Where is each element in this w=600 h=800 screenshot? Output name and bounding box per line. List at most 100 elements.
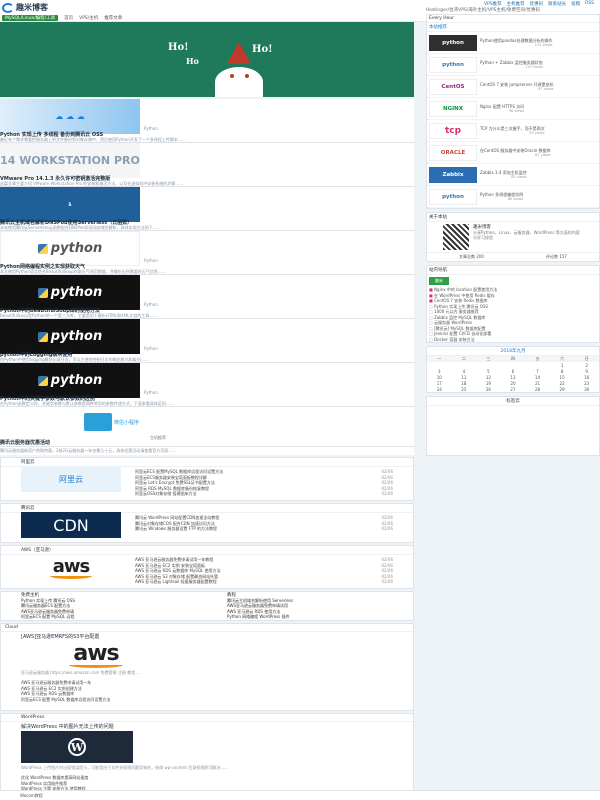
- nav-item[interactable]: 首页: [64, 15, 73, 21]
- calendar-day[interactable]: 26: [476, 386, 501, 392]
- post-item[interactable]: 14 WORKSTATION PRO VMware Pro 14.1.3 永久许…: [0, 143, 414, 187]
- link-text[interactable]: Python 实现上传 腾讯云 OSS: [434, 304, 488, 309]
- widget-subtitle: 本站推荐: [427, 23, 599, 32]
- post-thumb[interactable]: python: [0, 319, 140, 354]
- link-text[interactable]: [腾讯云] MySQL 数据库配置: [434, 326, 485, 331]
- christmas-banner[interactable]: Ho! Ho! Ho: [0, 22, 414, 97]
- hot-post-item[interactable]: python Python使用pandas处理数据分析的操作 131 views: [427, 32, 599, 54]
- calendar-day[interactable]: 27: [501, 386, 526, 392]
- calendar-day[interactable]: 24: [427, 386, 452, 392]
- nginx-logo-icon: NGINX: [429, 100, 477, 117]
- python-logo-icon: python: [37, 329, 102, 344]
- row-title[interactable]: 腾讯云 Windows 服务器设置 FTP 的方法教程: [135, 526, 217, 532]
- row-date: 02/06: [381, 491, 393, 496]
- aliyun-logo-icon: 阿里云: [21, 466, 121, 492]
- santa-hat-icon: [227, 42, 251, 64]
- list-item[interactable]: 阿里云ECS 配置 MySQL 数据库远程访问设置方法: [21, 697, 393, 703]
- post-item[interactable]: python Python Python中的BeautifulSoup库的使用方…: [0, 275, 414, 319]
- calendar-week: 24 25 26 27 28 29 30: [427, 386, 599, 392]
- post-thumb[interactable]: python: [0, 363, 140, 398]
- author-widget: 关于本站 趣米博客 分享Python、Linux、云服务器、WordPress …: [426, 212, 600, 262]
- post-thumb[interactable]: ☁ ☁ ☁: [0, 99, 140, 134]
- author-stat: 评论数 157: [546, 254, 567, 259]
- post-thumb[interactable]: python: [0, 231, 140, 266]
- site-subtitle: Hostinger/台湾VPS/海外主机/VPS主机/免费空间/优惠码: [425, 8, 540, 13]
- cdn-logo-icon: CDN: [21, 512, 121, 538]
- aws-logo-icon: aws: [21, 554, 121, 580]
- banner-ho-1: Ho!: [168, 42, 189, 53]
- post-thumb[interactable]: python: [0, 275, 140, 310]
- link-text[interactable]: 1000 元以内 服务器推荐: [434, 309, 479, 314]
- widget-title: Every Hour: [427, 15, 599, 23]
- calendar-day[interactable]: 29: [550, 386, 575, 392]
- hot-post-item[interactable]: tcp TCP 为什么是三次握手，而不是两次 95 views: [427, 120, 599, 142]
- post-item[interactable]: python Python Python网络编程实例之实现获取天气 本文使用Py…: [0, 231, 414, 275]
- row-title[interactable]: AWS 亚马逊云 Lightsail 轻量服务器配置教程: [135, 579, 217, 585]
- vmware-logo-icon: 14 WORKSTATION PRO: [0, 154, 140, 167]
- hot-post-item[interactable]: Zabbix Zabbix 3.4 添加主机监控 85 views: [427, 164, 599, 186]
- qr-code-icon: [443, 224, 469, 250]
- list-item[interactable]: Python 网络编程 WordPress 插件: [227, 614, 409, 619]
- post-item[interactable]: λ 腾讯云主机域名解析DNSPod使用Serverless（云函数） 本站使用腾…: [0, 187, 414, 231]
- post-thumb[interactable]: λ: [0, 187, 140, 222]
- site-logo[interactable]: 趣米博客: [2, 2, 48, 13]
- section-logo-text: CDN: [53, 515, 89, 535]
- page-footer: Wacom教程: [0, 790, 600, 800]
- featured-post-meta: 亚马逊云服务器 https://aws.amazon.com 免费套餐 注册 教…: [21, 670, 141, 675]
- link-item[interactable]: □ Docker 容器 安装方法: [427, 337, 599, 343]
- hot-post-item[interactable]: CentOS CentOS 7 安装 Jumpserver 开源堡垒机 97 vi…: [427, 76, 599, 98]
- wordpress-section: WordPress 解决WordPress 中的图片无法上传的问题 W Word…: [0, 713, 414, 799]
- link-text[interactable]: Nginx 中的 location 配置使用方法: [434, 287, 497, 292]
- tag-cloud-widget: 标签云: [426, 396, 600, 456]
- calendar-day[interactable]: 28: [525, 386, 550, 392]
- link-text[interactable]: 在 WordPress 中使用 Redis 缓存: [434, 293, 495, 298]
- hot-post-views: 119 views: [525, 65, 543, 69]
- hot-post-item[interactable]: ORACLE 在CentOS 服务器中安装Oracle 数据库 87 views: [427, 142, 599, 164]
- link-text[interactable]: Docker 容器 安装方法: [434, 337, 475, 342]
- featured-post-title[interactable]: 解决WordPress 中的图片无法上传的问题: [1, 722, 413, 731]
- hot-post-views: 131 views: [534, 43, 553, 47]
- wechat-icon: [84, 413, 112, 431]
- hot-post-item[interactable]: NGINX Nginx 配置 HTTPS 访问 96 views: [427, 98, 599, 120]
- featured-post-title[interactable]: [AWS]亚马逊EMRFS的S3平台配置: [1, 632, 413, 641]
- aws-logo-icon: aws: [61, 641, 131, 668]
- calendar-day[interactable]: 25: [452, 386, 477, 392]
- hot-post-views: 96 views: [508, 109, 525, 113]
- link-text[interactable]: Jenkins 配置 CI/CD 自动化部署: [434, 331, 491, 336]
- post-category: Python: [144, 126, 158, 131]
- hot-post-item[interactable]: python Python 多线程编程实例 80 views: [427, 186, 599, 208]
- post-item[interactable]: ☁ ☁ ☁ Python Python 实现上传 多线程 备份到腾讯云 OSS …: [0, 99, 414, 143]
- centos-logo-icon: CentOS: [429, 78, 477, 95]
- nav-item[interactable]: 推荐文章: [104, 15, 122, 21]
- row-date: 02/06: [381, 579, 393, 584]
- list-item[interactable]: 阿里云ECS 配置 MySQL 远程: [21, 614, 203, 619]
- toplink[interactable]: 联系站长: [548, 1, 566, 7]
- post-item[interactable]: python Python Python中的关键字参数与默认参数的区别 在Pyt…: [0, 363, 414, 407]
- cloud-list: AWS 亚马逊云服务器免费申请试用一年 AWS 亚马逊云 EC2 实例创建方法 …: [1, 678, 413, 704]
- hot-post-views: 87 views: [535, 153, 551, 157]
- widget-title: 站内导航: [427, 266, 599, 275]
- calendar-day[interactable]: 30: [574, 386, 599, 392]
- post-item[interactable]: 微信小程序 主机推荐 腾讯云服务器优惠活动: [0, 407, 414, 447]
- link-text[interactable]: CentOS 7 安装 Redis 数据库: [434, 298, 487, 303]
- post-thumb[interactable]: 14 WORKSTATION PRO: [0, 143, 140, 178]
- nav-item-active[interactable]: MySQL/Linux/编程/工具: [2, 15, 59, 21]
- cloud-function-icon: λ: [68, 201, 72, 208]
- hot-post-item[interactable]: python Python + Zabbix 监控服务器状态 119 views: [427, 54, 599, 76]
- calendar-title: 2018年九月: [427, 347, 599, 356]
- links-button[interactable]: 趣米: [429, 277, 449, 285]
- nav-item[interactable]: VPS/主机: [79, 15, 98, 21]
- link-text[interactable]: Zabbix 监控 MySQL 数据库: [434, 315, 485, 320]
- link-text[interactable]: 云服务器 WordPress: [434, 320, 472, 325]
- section-title: Cloud: [1, 624, 413, 632]
- post-title[interactable]: 腾讯云服务器优惠活动: [0, 439, 50, 446]
- post-category: Python: [144, 258, 158, 263]
- logo-icon: [2, 2, 14, 13]
- main-nav: MySQL/Linux/编程/工具 首页 VPS/主机 推荐文章: [2, 15, 122, 21]
- links-widget: 站内导航 趣米 ■ Nginx 中的 location 配置使用方法 ■ 在 W…: [426, 265, 600, 343]
- toplink[interactable]: RSS: [585, 1, 594, 7]
- post-item[interactable]: python Python python中的Logging模块使用 在Pytho…: [0, 319, 414, 363]
- toplink[interactable]: 投稿: [571, 1, 580, 7]
- row-title[interactable]: 阿里云OSS对象存储 搭建图床方法: [135, 491, 197, 497]
- tcp-logo-icon: tcp: [429, 122, 477, 139]
